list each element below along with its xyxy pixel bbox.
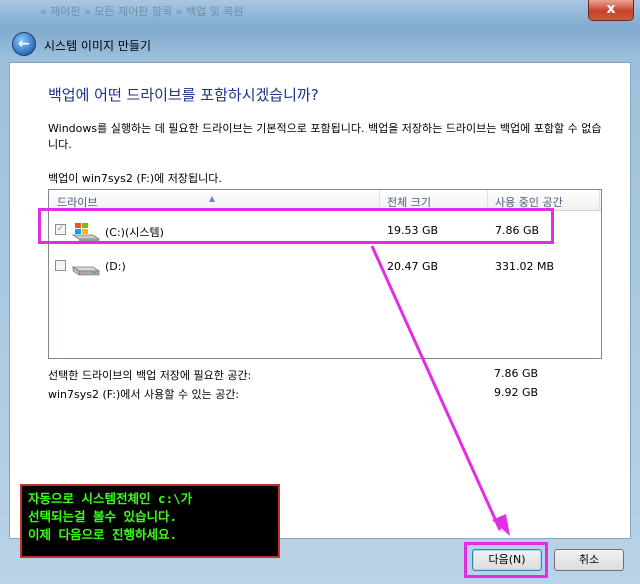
dialog-window: « 제어판 » 모든 제어판 항목 » 백업 및 복원 x ← 시스템 이미지 … <box>0 0 640 584</box>
annotation-arrow <box>370 245 510 536</box>
